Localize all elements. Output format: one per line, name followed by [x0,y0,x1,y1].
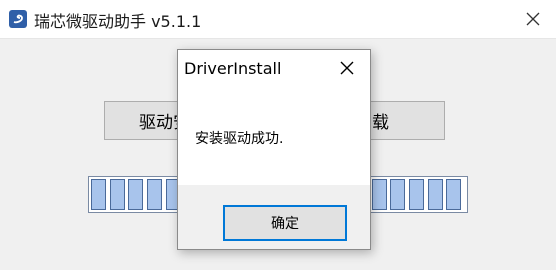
close-icon [526,12,540,26]
progress-segment [427,179,443,210]
close-icon [340,61,354,75]
progress-segment [109,179,125,210]
dialog-message: 安装驱动成功. [195,131,284,147]
window-close-button[interactable] [510,0,556,38]
window-title: 瑞芯微驱动助手 v5.1.1 [34,12,202,31]
ok-button[interactable]: 确定 [223,205,347,241]
driver-install-dialog: DriverInstall 安装驱动成功. 确定 [177,49,371,250]
dialog-title: DriverInstall [184,59,282,78]
app-icon [9,10,27,28]
title-bar: 瑞芯微驱动助手 v5.1.1 [0,0,556,39]
progress-segment [390,179,406,210]
dialog-footer: 确定 [178,185,370,249]
progress-segment [446,179,462,210]
progress-segment [371,179,387,210]
progress-segment [147,179,163,210]
progress-segment [91,179,106,210]
dialog-close-button[interactable] [324,50,370,86]
progress-segment [408,179,424,210]
ok-button-label: 确定 [271,216,299,232]
progress-segment [128,179,144,210]
